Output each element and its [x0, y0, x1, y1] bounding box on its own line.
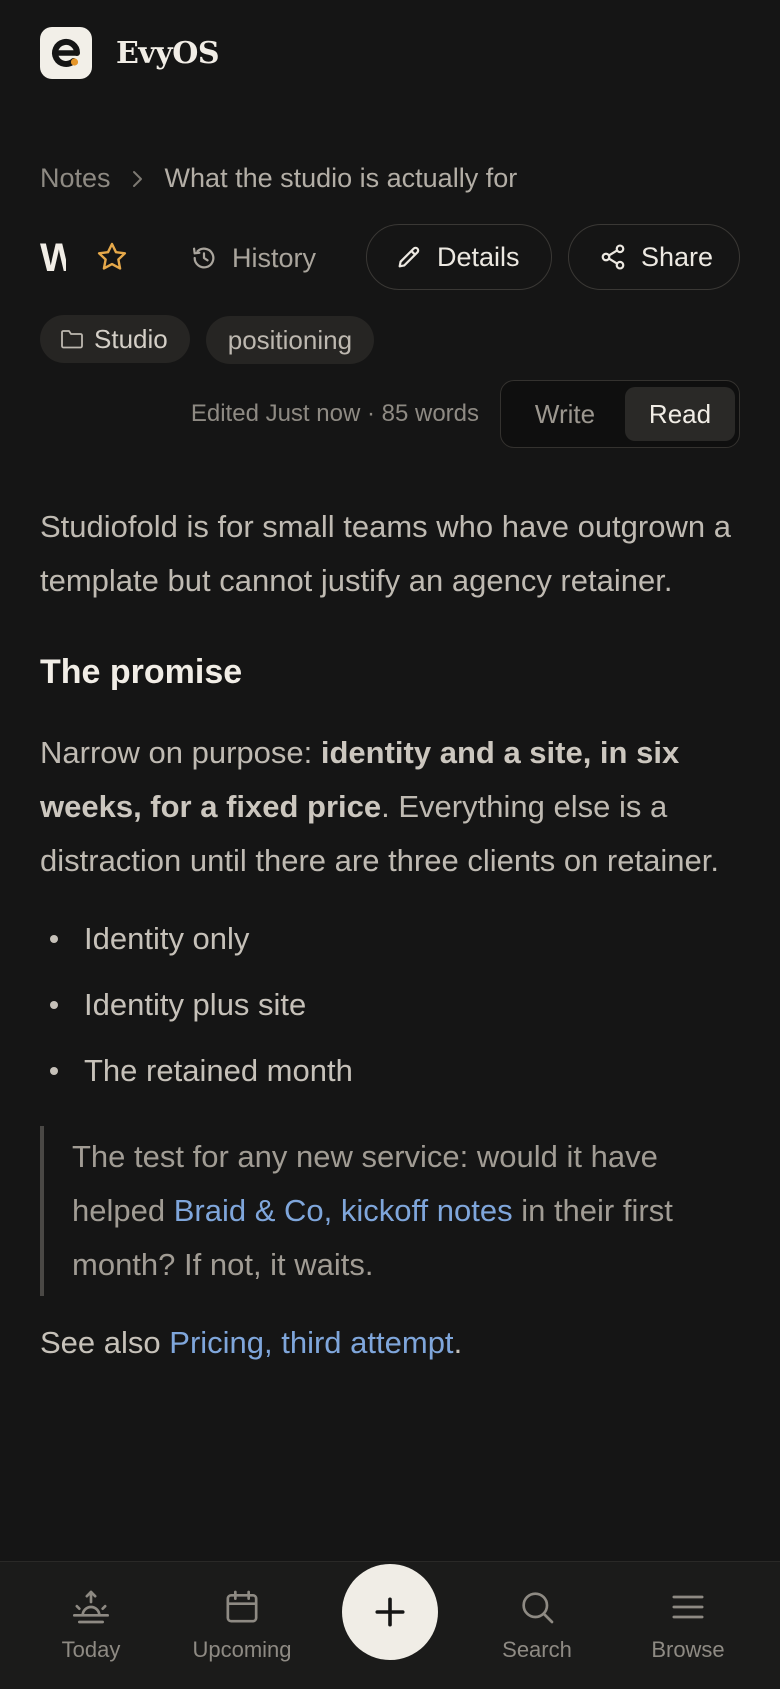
- nav-today[interactable]: Today: [16, 1587, 166, 1663]
- share-icon: [601, 244, 625, 270]
- folder-tag-label: Studio: [94, 323, 168, 354]
- sunrise-icon: [73, 1590, 109, 1624]
- logo-mark-icon: [52, 38, 81, 67]
- blockquote: The test for any new service: would it h…: [40, 1126, 740, 1296]
- star-button[interactable]: [94, 239, 130, 275]
- nav-upcoming[interactable]: Upcoming: [167, 1587, 317, 1663]
- share-button[interactable]: Share: [568, 224, 740, 290]
- calendar-icon: [226, 1590, 258, 1623]
- note-title[interactable]: What the studio is actually for: [40, 234, 66, 282]
- add-button[interactable]: [342, 1564, 438, 1660]
- breadcrumb-root[interactable]: Notes: [40, 163, 111, 194]
- pricing-link[interactable]: Pricing, third attempt: [169, 1325, 453, 1360]
- promise-paragraph: Narrow on purpose: identity and a site, …: [40, 726, 740, 888]
- breadcrumb-current: What the studio is actually for: [164, 163, 518, 193]
- list-item-text: Identity plus site: [84, 987, 307, 1022]
- nav-today-label: Today: [61, 1637, 121, 1662]
- bullet-dot: [50, 1067, 58, 1075]
- share-label: Share: [641, 241, 714, 272]
- mode-toggle: Write Read: [500, 380, 740, 448]
- list-item-text: Identity only: [84, 921, 250, 956]
- menu-icon: [672, 1595, 704, 1619]
- folder-tag[interactable]: Studio: [40, 315, 190, 363]
- app-header: EvyOS: [40, 27, 220, 79]
- list-item-text: The retained month: [84, 1053, 353, 1088]
- history-label: History: [232, 242, 317, 273]
- app-logo[interactable]: [40, 27, 92, 79]
- note-toolbar: What the studio is actually for History …: [40, 224, 740, 292]
- read-mode-button[interactable]: Read: [625, 387, 735, 441]
- tag-list: Studio positioning: [40, 315, 390, 364]
- nav-browse[interactable]: Browse: [613, 1587, 763, 1663]
- braid-kickoff-link[interactable]: Braid & Co, kickoff notes: [174, 1193, 513, 1228]
- details-label: Details: [437, 241, 520, 272]
- list-item: Identity plus site: [40, 972, 740, 1038]
- note-page: EvyOS Notes What the studio is actually …: [0, 0, 780, 1689]
- see-also-end: .: [453, 1325, 463, 1360]
- bullet-list: Identity only Identity plus site The ret…: [40, 906, 740, 1104]
- folder-icon: [61, 330, 83, 349]
- chevron-right-icon: [131, 169, 145, 189]
- write-mode-button[interactable]: Write: [515, 387, 615, 441]
- nav-browse-label: Browse: [651, 1637, 725, 1662]
- bullet-dot: [50, 1001, 58, 1009]
- see-also-lead: See also: [40, 1325, 170, 1360]
- pencil-icon: [398, 246, 420, 268]
- see-also-paragraph: See also Pricing, third attempt.: [40, 1316, 740, 1370]
- note-body: Studiofold is for small teams who have o…: [40, 500, 740, 1370]
- app-name: EvyOS: [116, 35, 220, 71]
- section-heading: The promise: [40, 653, 243, 691]
- history-icon: [192, 247, 215, 269]
- nav-search[interactable]: Search: [462, 1587, 612, 1663]
- star-icon: [97, 242, 127, 270]
- list-item: The retained month: [40, 1038, 740, 1104]
- edit-meta: Edited Just now · 85 words: [190, 400, 479, 427]
- bullet-dot: [50, 935, 58, 943]
- nav-upcoming-label: Upcoming: [192, 1637, 292, 1662]
- list-item: Identity only: [40, 906, 740, 972]
- search-icon: [522, 1592, 554, 1624]
- breadcrumb: Notes What the studio is actually for: [40, 163, 517, 194]
- plus-icon: [375, 1597, 405, 1627]
- nav-search-label: Search: [502, 1637, 572, 1662]
- history-button[interactable]: History: [190, 224, 316, 292]
- intro-paragraph: Studiofold is for small teams who have o…: [40, 509, 731, 598]
- tag-positioning[interactable]: positioning: [205, 316, 375, 364]
- promise-lead: Narrow on purpose:: [40, 735, 321, 770]
- details-button[interactable]: Details: [366, 224, 552, 290]
